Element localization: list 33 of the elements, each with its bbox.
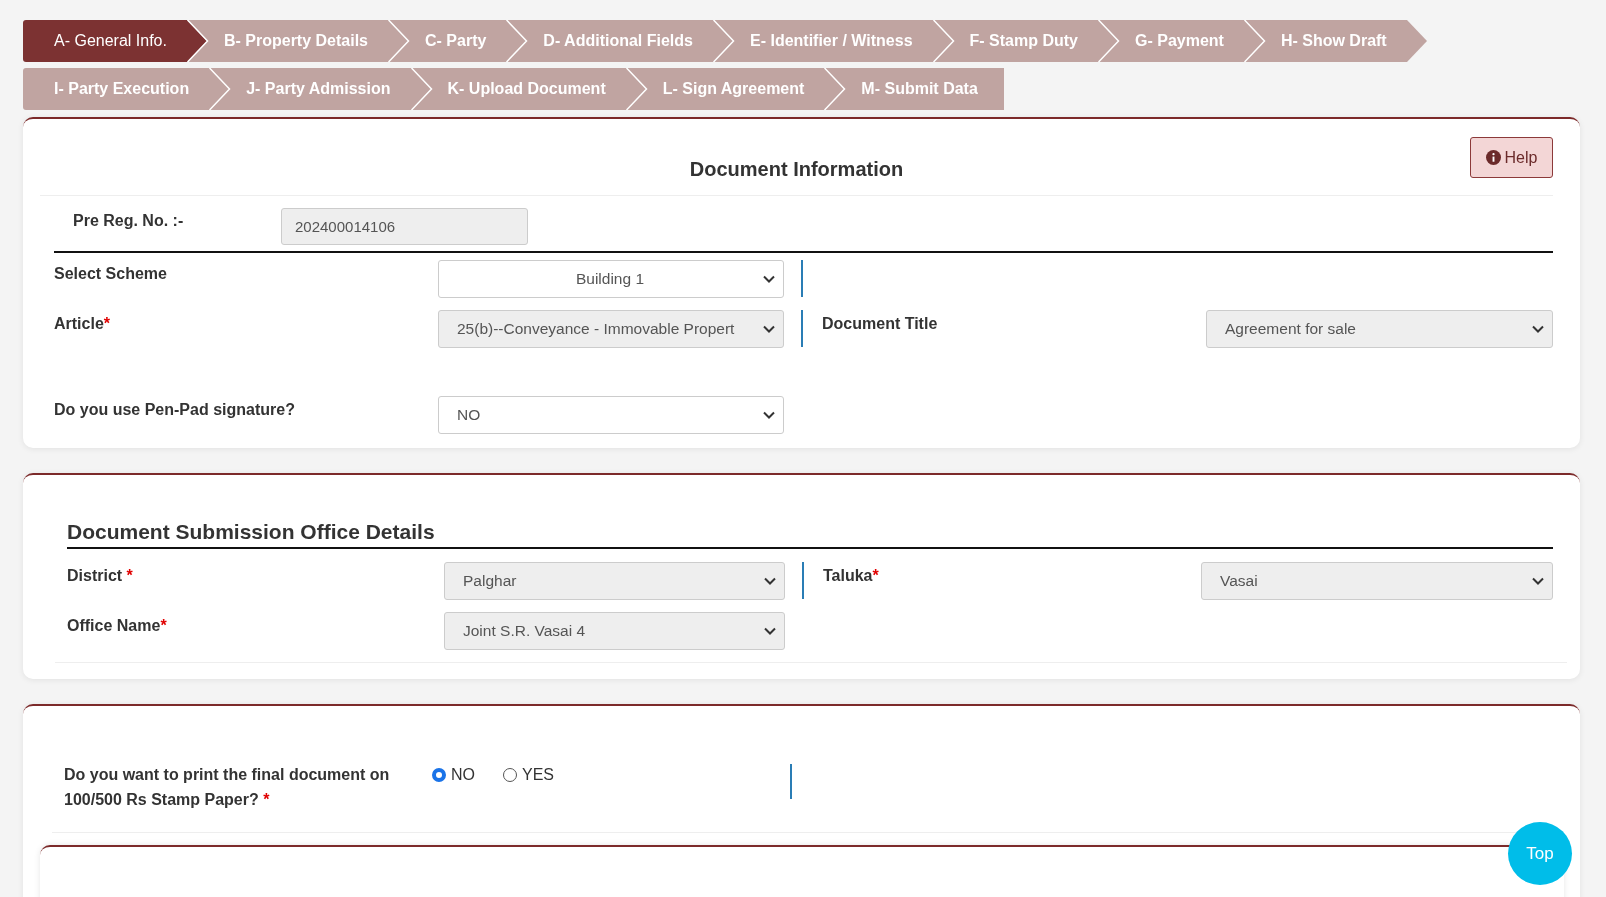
section-title: Document Information [689, 157, 904, 181]
required-mark: * [872, 567, 879, 584]
step-tab[interactable]: M- Submit Data [846, 68, 1004, 110]
chevron-down-icon [1532, 325, 1544, 333]
field-label: Taluka [823, 567, 873, 584]
chevron-down-icon [763, 325, 775, 333]
radio-label: NO [451, 766, 475, 784]
required-mark: * [103, 315, 111, 332]
field-label: Pre Reg. No. :- [73, 211, 185, 230]
field-label: Office Name [67, 617, 161, 634]
field-label: Article [54, 315, 104, 332]
required-mark: * [160, 617, 167, 634]
radio-button[interactable] [432, 768, 446, 782]
field-label: Do you use Pen-Pad signature? [54, 401, 295, 418]
info-icon [1485, 150, 1501, 165]
radio-label: YES [522, 766, 554, 784]
help-button[interactable]: Help [1470, 137, 1553, 178]
field-label: Document Title [822, 315, 938, 332]
input-field[interactable]: 202400014106 [281, 208, 528, 245]
chevron-down-icon [764, 627, 776, 635]
field-label: Select Scheme [54, 265, 167, 282]
radio-button[interactable] [503, 768, 517, 782]
chevron-down-icon [763, 275, 775, 283]
tab-arrow [1406, 20, 1429, 62]
required-mark: * [125, 567, 133, 584]
select-field[interactable]: Building 1 [438, 260, 784, 298]
chevron-down-icon [764, 577, 776, 585]
question-text: Do you want to print the final document on 100/500 Rs Stamp Paper? * [64, 765, 391, 810]
select-field[interactable]: NO [438, 396, 784, 434]
chevron-down-icon [1532, 577, 1544, 585]
section-title: Document Submission Office Details [67, 515, 1553, 549]
field-label: District [67, 567, 123, 584]
chevron-down-icon [763, 411, 775, 419]
